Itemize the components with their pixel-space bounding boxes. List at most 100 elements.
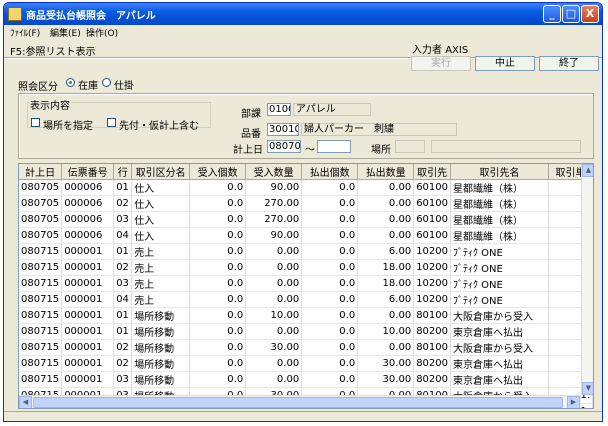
table-row[interactable]: 080715 000001 03 売上 0.0 0.00 0.0 18.00 10200 ﾌﾞﾃｨ…: [19, 275, 593, 292]
column-header[interactable]: 払出個数: [301, 164, 359, 180]
table-cell: 60100: [413, 179, 451, 196]
column-header[interactable]: 取引先名: [450, 164, 549, 180]
table-row[interactable]: 080715 000001 01 場所移動 0.0 10.00 0.0 0.00 80100 大阪…: [19, 307, 593, 324]
table-row[interactable]: 080715 000001 02 売上 0.0 0.00 0.0 18.00 10200 ﾌﾞﾃｨ…: [19, 259, 593, 276]
table-cell: 星都繊維（株）: [450, 179, 549, 196]
minimize-button[interactable]: _: [543, 5, 561, 23]
operator-display: 入力者 AXIS: [412, 41, 468, 56]
column-header[interactable]: 取引区分名: [131, 164, 191, 180]
scroll-down-icon[interactable]: ▼: [582, 382, 593, 395]
column-header[interactable]: 払出数量: [357, 164, 415, 180]
table-cell: 02: [113, 195, 133, 212]
location-name-display: [431, 140, 581, 153]
end-button[interactable]: 終了: [539, 56, 599, 71]
radio-kake[interactable]: [102, 78, 111, 87]
table-cell: 000001: [61, 371, 115, 388]
scroll-up-icon[interactable]: ▲: [582, 164, 593, 177]
table-cell: 仕入: [131, 227, 191, 244]
table-cell: 場所移動: [131, 323, 191, 340]
column-header[interactable]: 取引先: [413, 164, 451, 180]
table-cell: 東京倉庫へ払出: [450, 355, 549, 372]
column-header[interactable]: 計上日: [19, 164, 63, 180]
ledger-grid[interactable]: 計上日 伝票番号行取引区分名 受入個数 受入数量 払出個数 払出数量 取引先 取引先名 取引単 …: [18, 163, 594, 409]
close-button[interactable]: X: [581, 5, 599, 23]
location-code-field[interactable]: [395, 140, 425, 153]
scroll-left-icon[interactable]: ◀: [19, 396, 32, 408]
table-cell: 売上: [131, 291, 191, 308]
table-cell: 01: [113, 179, 133, 196]
table-row[interactable]: 080715 000001 01 売上 0.0 0.00 0.0 6.00 10200 ﾌﾞﾃｨｸ…: [19, 243, 593, 260]
title-bar[interactable]: 商品受払台帳照会 アパレル _ □ X: [4, 3, 602, 25]
table-cell: ﾌﾞﾃｨｸ ONE: [450, 291, 549, 308]
item-code-field[interactable]: 300100: [267, 123, 299, 136]
checkbox-future-label: 先付・仮計上含む: [119, 121, 199, 132]
table-row[interactable]: 080715 000001 03 場所移動 0.0 0.00 0.0 30.00 80200 東京…: [19, 371, 593, 388]
radio-stock[interactable]: [66, 78, 75, 87]
table-row[interactable]: 080715 000001 01 場所移動 0.0 0.00 0.0 10.00 80200 東京…: [19, 323, 593, 340]
maximize-button[interactable]: □: [562, 5, 580, 23]
column-header[interactable]: 伝票番号: [61, 164, 115, 180]
table-cell: ﾌﾞﾃｨｸ ONE: [450, 259, 549, 276]
table-cell: 30.00: [357, 371, 415, 388]
horizontal-scrollbar[interactable]: ◀ ▶: [19, 395, 581, 408]
dept-label: 部課: [241, 109, 261, 120]
table-cell: 270.00: [245, 211, 303, 228]
table-row[interactable]: 080705 000006 02 仕入 0.0 270.00 0.0 0.00 60100 星都繊…: [19, 195, 593, 212]
location-label: 場所: [371, 145, 391, 156]
table-row[interactable]: 080705 000006 03 仕入 0.0 270.00 0.0 0.00 60100 星都繊…: [19, 211, 593, 228]
column-header[interactable]: 受入数量: [245, 164, 303, 180]
table-cell: 0.0: [189, 339, 247, 356]
horizontal-scroll-thumb[interactable]: [33, 397, 563, 408]
stop-button[interactable]: 中止: [475, 56, 535, 71]
date-from-field[interactable]: 080701: [267, 140, 301, 153]
table-cell: 0.0: [189, 211, 247, 228]
table-cell: 売上: [131, 243, 191, 260]
table-cell: 売上: [131, 275, 191, 292]
table-cell: 18.00: [357, 259, 415, 276]
vertical-scrollbar[interactable]: ▲ ▼: [581, 164, 593, 395]
table-cell: 02: [113, 259, 133, 276]
table-row[interactable]: 080705 000006 04 仕入 0.0 90.00 0.0 0.00 60100 星都繊維…: [19, 227, 593, 244]
table-cell: 080705: [19, 195, 63, 212]
table-cell: 0.0: [189, 323, 247, 340]
table-cell: 04: [113, 291, 133, 308]
table-cell: 0.00: [357, 307, 415, 324]
table-cell: 000001: [61, 339, 115, 356]
table-cell: 0.00: [245, 371, 303, 388]
table-row[interactable]: 080715 000001 02 場所移動 0.0 30.00 0.0 0.00 80100 大阪…: [19, 339, 593, 356]
column-header[interactable]: 受入個数: [189, 164, 247, 180]
table-cell: 000001: [61, 259, 115, 276]
table-header-row: 計上日 伝票番号行取引区分名 受入個数 受入数量 払出個数 払出数量 取引先 取引先名 取引単: [19, 164, 593, 180]
table-row[interactable]: 080705 000006 01 仕入 0.0 90.00 0.0 0.00 60100 星都繊維…: [19, 179, 593, 196]
date-separator: ～: [305, 145, 315, 156]
table-cell: 0.0: [301, 243, 359, 260]
table-cell: 0.0: [189, 179, 247, 196]
table-cell: 080715: [19, 243, 63, 260]
checkbox-location[interactable]: [31, 118, 40, 127]
table-cell: 80200: [413, 323, 451, 340]
table-cell: 000001: [61, 323, 115, 340]
table-cell: 270.00: [245, 195, 303, 212]
table-cell: 0.00: [357, 227, 415, 244]
table-cell: 0.0: [301, 307, 359, 324]
table-cell: 0.0: [301, 259, 359, 276]
scroll-right-icon[interactable]: ▶: [567, 396, 580, 408]
date-label: 計上日: [233, 145, 263, 156]
checkbox-future[interactable]: [107, 118, 116, 127]
table-cell: 10200: [413, 259, 451, 276]
dept-code-field[interactable]: 0100: [267, 103, 291, 116]
table-cell: 0.0: [301, 227, 359, 244]
table-row[interactable]: 080715 000001 04 売上 0.0 0.00 0.0 6.00 10200 ﾌﾞﾃｨｸ…: [19, 291, 593, 308]
menu-operation[interactable]: 操作(O): [86, 26, 118, 39]
column-header[interactable]: 行: [113, 164, 133, 180]
date-to-field[interactable]: [317, 140, 351, 153]
execute-button[interactable]: 実行: [411, 56, 471, 71]
table-cell: 6.00: [357, 291, 415, 308]
table-cell: 0.0: [189, 243, 247, 260]
table-row[interactable]: 080715 000001 02 場所移動 0.0 0.00 0.0 30.00 80200 東京…: [19, 355, 593, 372]
table-cell: 0.00: [245, 291, 303, 308]
menu-bar: ﾌｧｲﾙ(F) 編集(E) 操作(O): [4, 25, 602, 39]
menu-file[interactable]: ﾌｧｲﾙ(F): [10, 26, 40, 39]
menu-edit[interactable]: 編集(E): [50, 26, 81, 39]
table-cell: 星都繊維（株）: [450, 195, 549, 212]
